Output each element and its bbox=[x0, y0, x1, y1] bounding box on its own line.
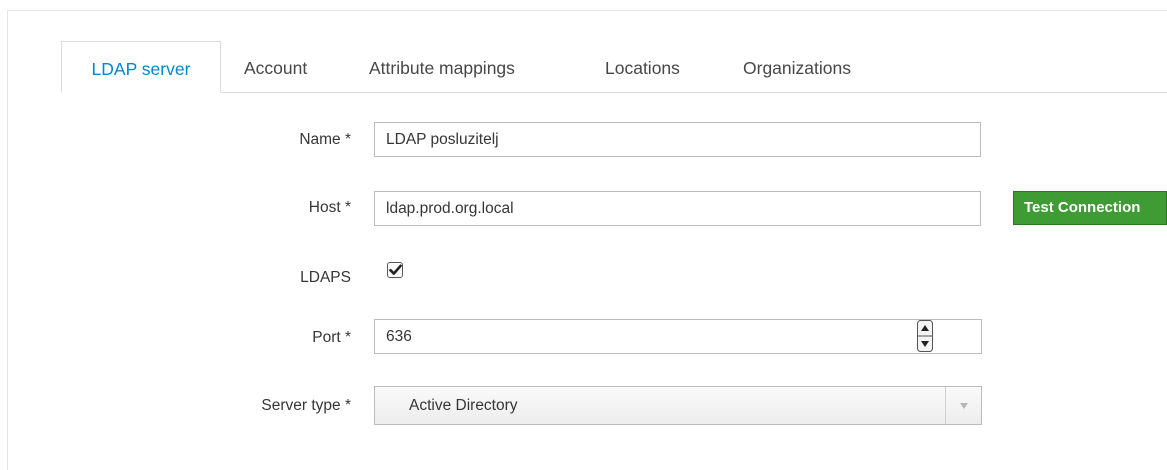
port-field[interactable] bbox=[374, 319, 982, 354]
ldaps-label: LDAPS bbox=[300, 269, 351, 286]
tab-ldap-server[interactable]: LDAP server bbox=[61, 41, 221, 93]
tab-account[interactable]: Account bbox=[244, 41, 307, 92]
tab-bar-border bbox=[61, 92, 1167, 93]
server-type-value: Active Directory bbox=[409, 397, 518, 414]
port-stepper[interactable] bbox=[917, 320, 933, 352]
tab-bar: LDAP server Account Attribute mappings L… bbox=[61, 41, 1167, 93]
port-label: Port * bbox=[312, 329, 351, 346]
server-type-select[interactable]: Active Directory bbox=[374, 386, 982, 425]
name-label: Name * bbox=[299, 131, 351, 148]
ldaps-checkbox[interactable] bbox=[387, 262, 403, 278]
spinner-arrows-icon bbox=[917, 320, 933, 352]
tab-locations[interactable]: Locations bbox=[605, 41, 680, 92]
host-label: Host * bbox=[308, 199, 351, 216]
select-caret bbox=[945, 387, 981, 424]
host-field[interactable] bbox=[374, 191, 981, 226]
checkmark-icon bbox=[389, 264, 402, 275]
name-field[interactable] bbox=[374, 122, 981, 157]
chevron-down-icon bbox=[960, 403, 968, 409]
tab-organizations[interactable]: Organizations bbox=[743, 41, 851, 92]
test-connection-button[interactable]: Test Connection bbox=[1013, 191, 1167, 225]
server-type-label: Server type * bbox=[261, 397, 351, 414]
tab-attribute-mappings[interactable]: Attribute mappings bbox=[369, 41, 515, 92]
